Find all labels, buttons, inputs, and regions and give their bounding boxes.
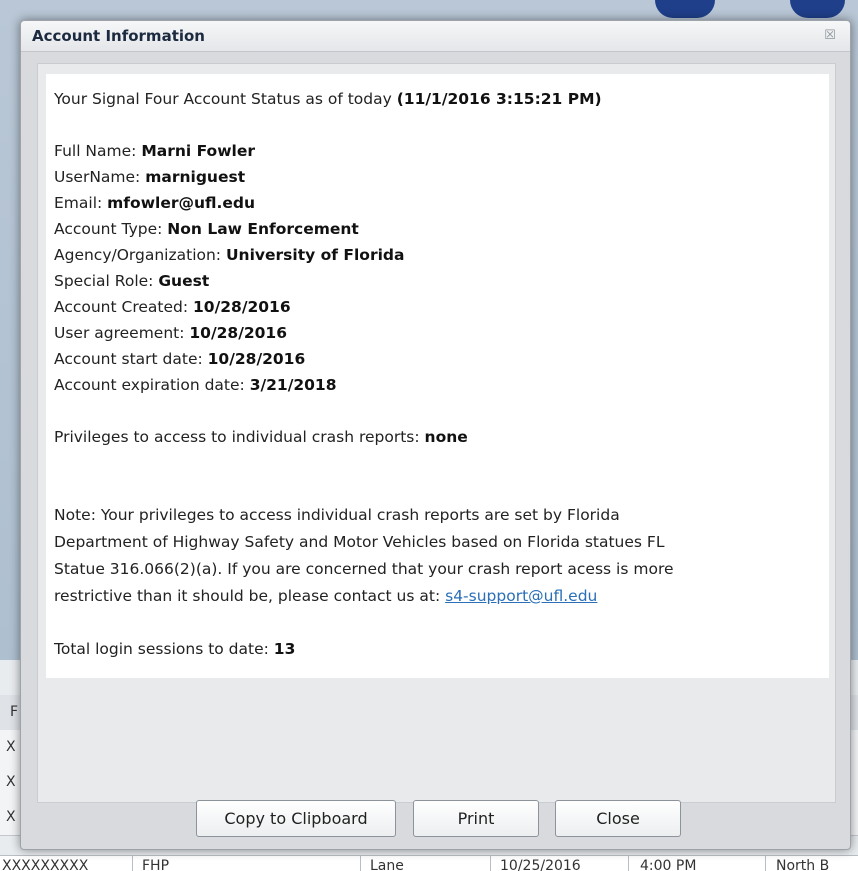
field-account-type: Account Type: Non Law Enforcement bbox=[54, 216, 819, 242]
field-label: Full Name: bbox=[54, 142, 142, 160]
grid-divider bbox=[490, 856, 491, 871]
field-special-role: Special Role: Guest bbox=[54, 268, 819, 294]
field-username: UserName: marniguest bbox=[54, 164, 819, 190]
field-value: University of Florida bbox=[225, 246, 405, 264]
field-value: Guest bbox=[158, 272, 210, 290]
map-shape bbox=[655, 0, 715, 18]
field-value: Marni Fowler bbox=[141, 142, 255, 160]
grid-divider bbox=[628, 856, 629, 871]
grid-divider bbox=[360, 856, 361, 871]
note-line: Statue 316.066(2)(a). If you are concern… bbox=[54, 560, 674, 578]
note-line-prefix: restrictive than it should be, please co… bbox=[54, 587, 446, 605]
grid-cell: X bbox=[6, 774, 16, 790]
grid-cell: 10/25/2016 bbox=[500, 858, 581, 871]
note-line: Department of Highway Safety and Motor V… bbox=[54, 533, 665, 551]
sessions-label: Total login sessions to date: bbox=[54, 640, 274, 658]
field-value: 3/21/2018 bbox=[249, 376, 337, 394]
account-status-box: Your Signal Four Account Status as of to… bbox=[46, 74, 829, 678]
field-value: 10/28/2016 bbox=[189, 324, 287, 342]
field-label: Account Type: bbox=[54, 220, 168, 238]
print-button[interactable]: Print bbox=[413, 800, 539, 837]
field-start-date: Account start date: 10/28/2016 bbox=[54, 346, 819, 372]
grid-cell: X bbox=[6, 809, 16, 825]
field-label: Account expiration date: bbox=[54, 376, 250, 394]
dialog-title-bar[interactable]: Account Information ☒ bbox=[21, 21, 850, 52]
field-agency: Agency/Organization: University of Flori… bbox=[54, 242, 819, 268]
copy-to-clipboard-button[interactable]: Copy to Clipboard bbox=[196, 800, 396, 837]
sessions-value: 13 bbox=[273, 640, 296, 658]
field-label: User agreement: bbox=[54, 324, 190, 342]
field-value: mfowler@ufl.edu bbox=[107, 194, 256, 212]
field-label: UserName: bbox=[54, 168, 146, 186]
grid-cell: North B bbox=[776, 858, 830, 871]
close-icon[interactable]: ☒ bbox=[822, 28, 838, 44]
grid-cell: XXXXXXXXX bbox=[2, 858, 89, 871]
privileges-line: Privileges to access to individual crash… bbox=[54, 424, 819, 450]
grid-divider bbox=[132, 856, 133, 871]
field-label: Email: bbox=[54, 194, 108, 212]
field-account-created: Account Created: 10/28/2016 bbox=[54, 294, 819, 320]
field-label: Special Role: bbox=[54, 272, 159, 290]
field-expiration-date: Account expiration date: 3/21/2018 bbox=[54, 372, 819, 398]
field-value: 10/28/2016 bbox=[207, 350, 306, 368]
grid-cell: FHP bbox=[142, 858, 170, 871]
grid-cell: Lane bbox=[370, 858, 404, 871]
account-information-dialog: Account Information ☒ Your Signal Four A… bbox=[20, 20, 851, 850]
table-row: XXXXXXXXX FHP Lane 10/25/2016 4:00 PM No… bbox=[0, 855, 858, 871]
note-line: restrictive than it should be, please co… bbox=[54, 583, 819, 610]
status-prefix: Your Signal Four Account Status as of to… bbox=[54, 90, 397, 108]
grid-header-cell: F bbox=[10, 704, 19, 720]
grid-cell: X bbox=[6, 739, 16, 755]
field-user-agreement: User agreement: 10/28/2016 bbox=[54, 320, 819, 346]
field-label: Account Created: bbox=[54, 298, 194, 316]
privileges-label: Privileges to access to individual crash… bbox=[54, 428, 425, 446]
support-email-link[interactable]: s4-support@ufl.edu bbox=[445, 587, 597, 605]
privileges-note: Note: Your privileges to access individu… bbox=[54, 502, 819, 610]
map-shape bbox=[790, 0, 845, 18]
field-label: Agency/Organization: bbox=[54, 246, 226, 264]
field-value: marniguest bbox=[145, 168, 246, 186]
close-button[interactable]: Close bbox=[555, 800, 681, 837]
field-email: Email: mfowler@ufl.edu bbox=[54, 190, 819, 216]
field-value: 10/28/2016 bbox=[193, 298, 291, 316]
field-label: Account start date: bbox=[54, 350, 208, 368]
privileges-value: none bbox=[424, 428, 468, 446]
field-value: Non Law Enforcement bbox=[167, 220, 359, 238]
field-full-name: Full Name: Marni Fowler bbox=[54, 138, 819, 164]
grid-cell: 4:00 PM bbox=[640, 858, 697, 871]
status-timestamp: (11/1/2016 3:15:21 PM) bbox=[396, 90, 602, 108]
note-line: Note: Your privileges to access individu… bbox=[54, 506, 620, 524]
login-sessions-line: Total login sessions to date: 13 bbox=[54, 636, 819, 662]
grid-divider bbox=[765, 856, 766, 871]
status-line: Your Signal Four Account Status as of to… bbox=[54, 86, 819, 112]
dialog-content-panel: Your Signal Four Account Status as of to… bbox=[37, 63, 836, 803]
dialog-title: Account Information bbox=[32, 27, 205, 45]
